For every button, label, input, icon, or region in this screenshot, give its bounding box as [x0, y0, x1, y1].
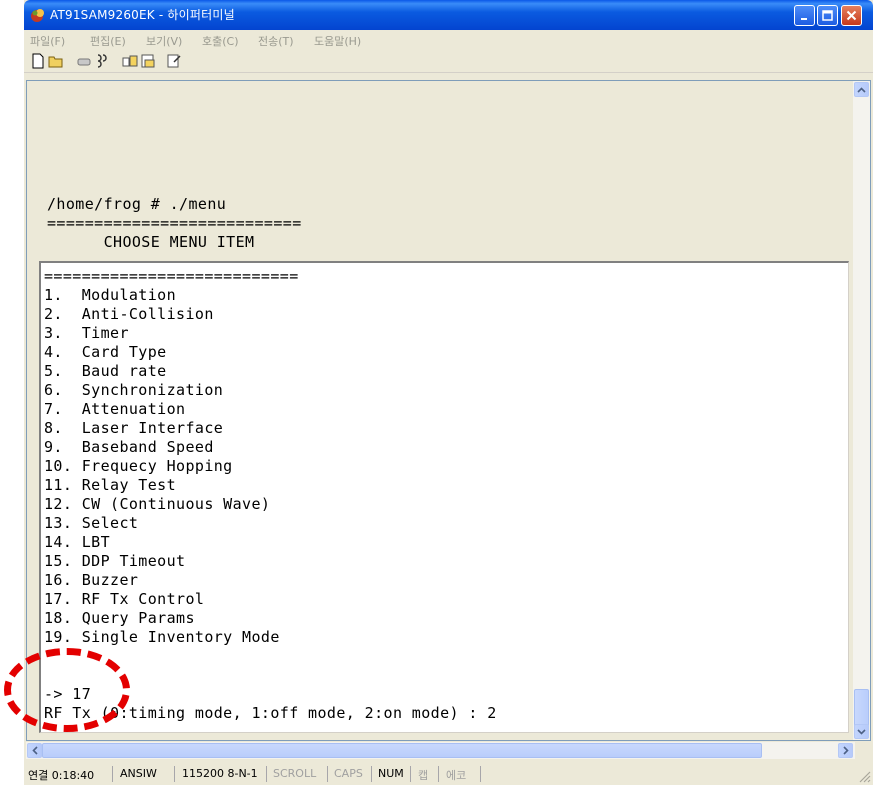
echo-indicator: 에코 — [446, 769, 467, 782]
disconnect-icon[interactable] — [76, 53, 92, 69]
vertical-scrollbar[interactable] — [853, 81, 870, 740]
toolbar — [24, 50, 873, 73]
menu-option: 15. DDP Timeout — [44, 552, 186, 570]
status-divider — [112, 766, 113, 782]
menu-option: 7. Attenuation — [44, 400, 186, 418]
terminal-backscroll: /home/frog # ./menu ====================… — [27, 81, 853, 258]
terminal-line: =========================== — [44, 267, 299, 285]
menu-file[interactable]: 파일(F) — [30, 33, 65, 49]
menu-option: 17. RF Tx Control — [44, 590, 205, 608]
menu-bar: 파일(F) 편집(E) 보기(V) 호출(C) 전송(T) 도움말(H) — [24, 30, 873, 50]
connection-time: 연결 0:18:40 — [28, 769, 95, 782]
menu-transfer[interactable]: 전송(T) — [258, 33, 294, 49]
menu-option: 5. Baud rate — [44, 362, 167, 380]
status-divider — [371, 766, 372, 782]
menu-option: 9. Baseband Speed — [44, 438, 214, 456]
vertical-scroll-thumb[interactable] — [854, 689, 869, 727]
menu-option: 19. Single Inventory Mode — [44, 628, 280, 646]
num-indicator: NUM — [378, 767, 404, 780]
terminal-line: /home/frog # ./menu — [47, 195, 227, 213]
arrow-right-icon — [842, 746, 849, 755]
menu-edit[interactable]: 편집(E) — [90, 33, 126, 49]
new-icon[interactable] — [30, 53, 46, 69]
menu-option: 11. Relay Test — [44, 476, 177, 494]
menu-call[interactable]: 호출(C) — [202, 33, 239, 49]
open-icon[interactable] — [48, 53, 64, 69]
status-divider — [438, 766, 439, 782]
terminal-screen[interactable]: =========================== 1. Modulatio… — [39, 261, 849, 733]
dial-icon[interactable] — [94, 53, 110, 69]
highlight-annotation-circle — [4, 648, 130, 732]
arrow-down-icon — [857, 728, 866, 735]
menu-option: 18. Query Params — [44, 609, 195, 627]
menu-option: 8. Laser Interface — [44, 419, 224, 437]
resize-grip-icon[interactable] — [859, 771, 871, 783]
capture-indicator: 캡 — [418, 769, 429, 782]
maximize-button[interactable] — [817, 5, 838, 26]
scroll-indicator: SCROLL — [273, 767, 317, 780]
status-divider — [327, 766, 328, 782]
maximize-icon — [822, 10, 833, 21]
scroll-right-button[interactable] — [838, 743, 853, 758]
menu-option: 4. Card Type — [44, 343, 167, 361]
port-settings: 115200 8-N-1 — [182, 767, 258, 780]
menu-help[interactable]: 도움말(H) — [314, 33, 361, 49]
menu-option: 6. Synchronization — [44, 381, 224, 399]
emulation-mode: ANSIW — [120, 767, 157, 780]
horizontal-scrollbar[interactable] — [26, 742, 855, 759]
scroll-left-button[interactable] — [27, 743, 42, 758]
minimize-icon — [800, 17, 807, 20]
menu-option: 2. Anti-Collision — [44, 305, 214, 323]
hyperterminal-window: AT91SAM9260EK - 하이퍼터미널 파일(F) 편집(E) 보기(V)… — [24, 0, 873, 785]
receive-icon[interactable] — [140, 53, 156, 69]
menu-option: 16. Buzzer — [44, 571, 139, 589]
scroll-down-button[interactable] — [854, 724, 869, 739]
window-title: AT91SAM9260EK - 하이퍼터미널 — [50, 8, 235, 22]
menu-option: 3. Timer — [44, 324, 129, 342]
status-divider — [480, 766, 481, 782]
scroll-up-button[interactable] — [854, 82, 869, 97]
minimize-button[interactable] — [794, 5, 815, 26]
status-divider — [266, 766, 267, 782]
close-icon — [846, 10, 857, 21]
send-icon[interactable] — [122, 53, 138, 69]
menu-view[interactable]: 보기(V) — [146, 33, 182, 49]
menu-option: 10. Frequecy Hopping — [44, 457, 233, 475]
hyperterminal-icon — [31, 9, 44, 22]
terminal-area[interactable]: /home/frog # ./menu ====================… — [26, 80, 871, 741]
arrow-left-icon — [31, 746, 38, 755]
menu-option: 12. CW (Continuous Wave) — [44, 495, 271, 513]
status-divider — [410, 766, 411, 782]
caps-indicator: CAPS — [334, 767, 363, 780]
status-divider — [174, 766, 175, 782]
title-bar[interactable]: AT91SAM9260EK - 하이퍼터미널 — [24, 0, 873, 30]
close-button[interactable] — [841, 5, 862, 26]
status-bar: 연결 0:18:40 ANSIW 115200 8-N-1 SCROLL CAP… — [24, 762, 873, 785]
menu-option: 14. LBT — [44, 533, 111, 551]
terminal-line: CHOOSE MENU ITEM — [47, 233, 255, 251]
menu-option: 1. Modulation — [44, 286, 177, 304]
terminal-line: =========================== — [47, 214, 302, 232]
horizontal-scroll-thumb[interactable] — [42, 743, 762, 758]
arrow-up-icon — [857, 86, 866, 93]
menu-option: 13. Select — [44, 514, 139, 532]
properties-icon[interactable] — [166, 53, 182, 69]
